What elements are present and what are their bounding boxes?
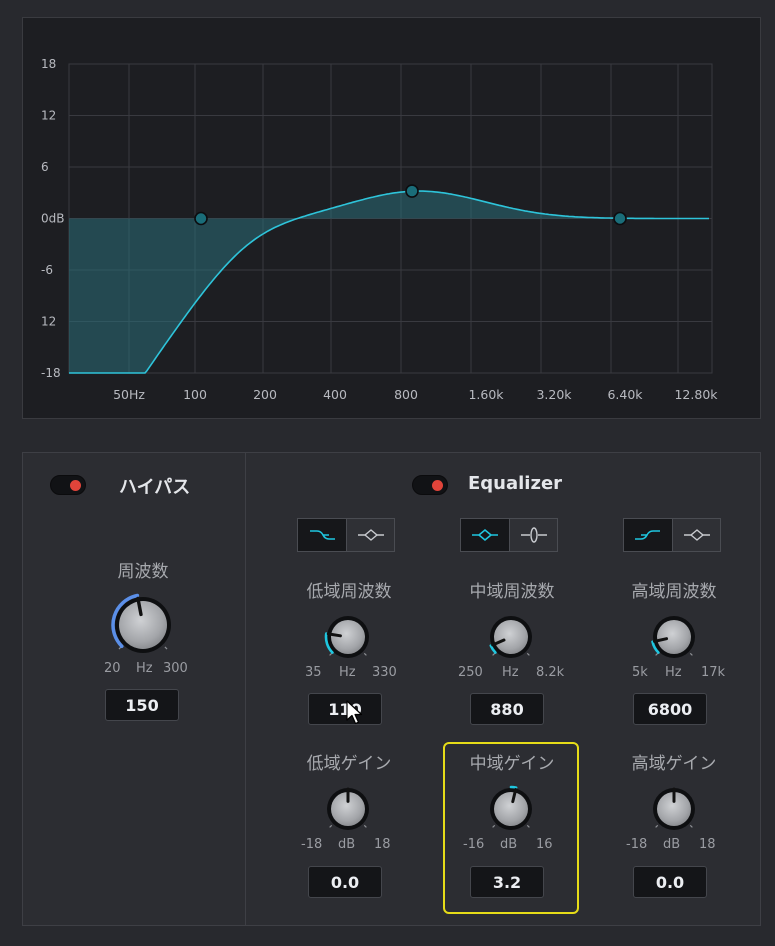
low-freq-max: 330	[372, 665, 397, 680]
highpass-toggle[interactable]	[50, 475, 86, 495]
low-band-handle[interactable]	[194, 211, 208, 226]
x-tick-label: 1.60k	[468, 387, 504, 402]
y-tick-label: 12	[41, 315, 56, 329]
high-gain-min: -18	[626, 837, 648, 852]
highpass-freq-label: 周波数	[117, 562, 169, 582]
mid-gain-highlight	[443, 742, 579, 914]
knob-cap	[494, 620, 528, 654]
y-tick-label: -6	[41, 263, 53, 277]
y-tick-label: 6	[41, 160, 49, 174]
mid-freq-max: 8.2k	[536, 665, 565, 680]
knob-tick	[689, 652, 693, 656]
highpass-freq-value[interactable]: 150	[105, 689, 179, 721]
highpass-title: ハイパス	[119, 477, 191, 498]
knob-tick	[492, 652, 496, 656]
toggle-indicator	[432, 480, 443, 491]
low-shelf-icon	[310, 530, 335, 540]
notch-icon	[520, 527, 547, 543]
low-freq-label: 低域周波数	[306, 582, 392, 602]
x-tick-label: 6.40k	[607, 387, 643, 402]
y-tick-label: -18	[41, 366, 61, 380]
high-freq-label: 高域周波数	[631, 582, 717, 602]
equalizer-toggle[interactable]	[412, 475, 448, 495]
high-freq-unit: Hz	[665, 665, 682, 680]
mid-freq-unit: Hz	[502, 665, 519, 680]
high-freq-knob[interactable]	[648, 611, 700, 663]
highpass-freq-min: 20	[104, 661, 121, 676]
high-gain-max: 18	[699, 837, 716, 852]
high-gain-value[interactable]: 0.0	[633, 866, 707, 898]
x-tick-label: 400	[323, 387, 347, 402]
mid-freq-value[interactable]: 880	[470, 693, 544, 725]
eq-graph-panel: 18 12 6 0dB -6 12 -18 50Hz 100 200 400 800 1.60k 3.2…	[22, 17, 761, 419]
knob-tick	[329, 824, 333, 828]
equalizer-title: Equalizer	[468, 473, 563, 494]
knob-tick	[164, 646, 168, 650]
highpass-freq-knob[interactable]	[106, 588, 180, 662]
knob-tick	[689, 824, 693, 828]
bell-icon	[683, 529, 710, 541]
knob-cap	[657, 620, 691, 654]
x-tick-label: 50Hz	[113, 387, 145, 402]
mid-band-shape-selector	[460, 518, 558, 552]
graph-x-axis: 50Hz 100 200 400 800 1.60k 3.20k 6.40k 12.80k	[113, 387, 718, 402]
knob-tick	[329, 652, 333, 656]
mid-freq-min: 250	[458, 665, 483, 680]
high-gain-label: 高域ゲイン	[631, 754, 717, 774]
y-tick-label: 12	[41, 109, 56, 123]
y-tick-label: 0dB	[41, 212, 64, 226]
low-freq-unit: Hz	[339, 665, 356, 680]
high-bell-button[interactable]	[672, 519, 720, 551]
knob-pointer	[326, 632, 342, 638]
highpass-panel: ハイパス 周波数 20 Hz 300 150	[22, 452, 246, 926]
y-tick-label: 18	[41, 57, 56, 71]
eq-response-graph: 18 12 6 0dB -6 12 -18 50Hz 100 200 400 800 1.60k 3.2…	[41, 57, 718, 402]
low-freq-min: 35	[305, 665, 322, 680]
high-gain-knob[interactable]	[648, 783, 700, 835]
toggle-indicator	[70, 480, 81, 491]
low-gain-value[interactable]: 0.0	[308, 866, 382, 898]
mid-freq-label: 中域周波数	[469, 582, 555, 602]
high-gain-unit: dB	[663, 837, 681, 852]
low-freq-knob[interactable]	[322, 611, 374, 663]
high-band-handle[interactable]	[613, 211, 627, 226]
x-tick-label: 3.20k	[536, 387, 572, 402]
mid-band-handle[interactable]	[405, 184, 419, 198]
knob-cap	[331, 620, 365, 654]
high-freq-min: 5k	[632, 665, 648, 680]
knob-tick	[655, 652, 659, 656]
highpass-freq-unit: Hz	[136, 661, 153, 676]
low-gain-max: 18	[374, 837, 391, 852]
x-tick-label: 800	[394, 387, 418, 402]
high-freq-value[interactable]: 6800	[633, 693, 707, 725]
knob-tick	[526, 652, 530, 656]
mid-bell-button[interactable]	[461, 519, 509, 551]
high-shelf-icon	[635, 530, 660, 540]
low-shelf-button[interactable]	[298, 519, 346, 551]
highpass-freq-max: 300	[163, 661, 188, 676]
graph-y-axis: 18 12 6 0dB -6 12 -18	[41, 57, 64, 380]
low-gain-knob[interactable]	[322, 783, 374, 835]
bell-icon	[357, 529, 384, 541]
knob-tick	[655, 824, 659, 828]
low-gain-label: 低域ゲイン	[306, 754, 392, 774]
low-freq-value[interactable]: 110	[308, 693, 382, 725]
low-band-shape-selector	[297, 518, 395, 552]
x-tick-label: 200	[253, 387, 277, 402]
low-gain-min: -18	[301, 837, 323, 852]
mouse-cursor-icon	[346, 700, 363, 725]
x-tick-label: 12.80k	[674, 387, 718, 402]
x-tick-label: 100	[183, 387, 207, 402]
knob-cap	[119, 601, 167, 649]
high-band-shape-selector	[623, 518, 721, 552]
bell-icon	[472, 528, 498, 542]
high-freq-max: 17k	[701, 665, 726, 680]
low-bell-button[interactable]	[346, 519, 394, 551]
high-shelf-button[interactable]	[624, 519, 672, 551]
knob-tick	[363, 652, 367, 656]
mid-notch-button[interactable]	[509, 519, 557, 551]
mid-freq-knob[interactable]	[485, 611, 537, 663]
low-gain-unit: dB	[338, 837, 356, 852]
knob-tick	[363, 824, 367, 828]
